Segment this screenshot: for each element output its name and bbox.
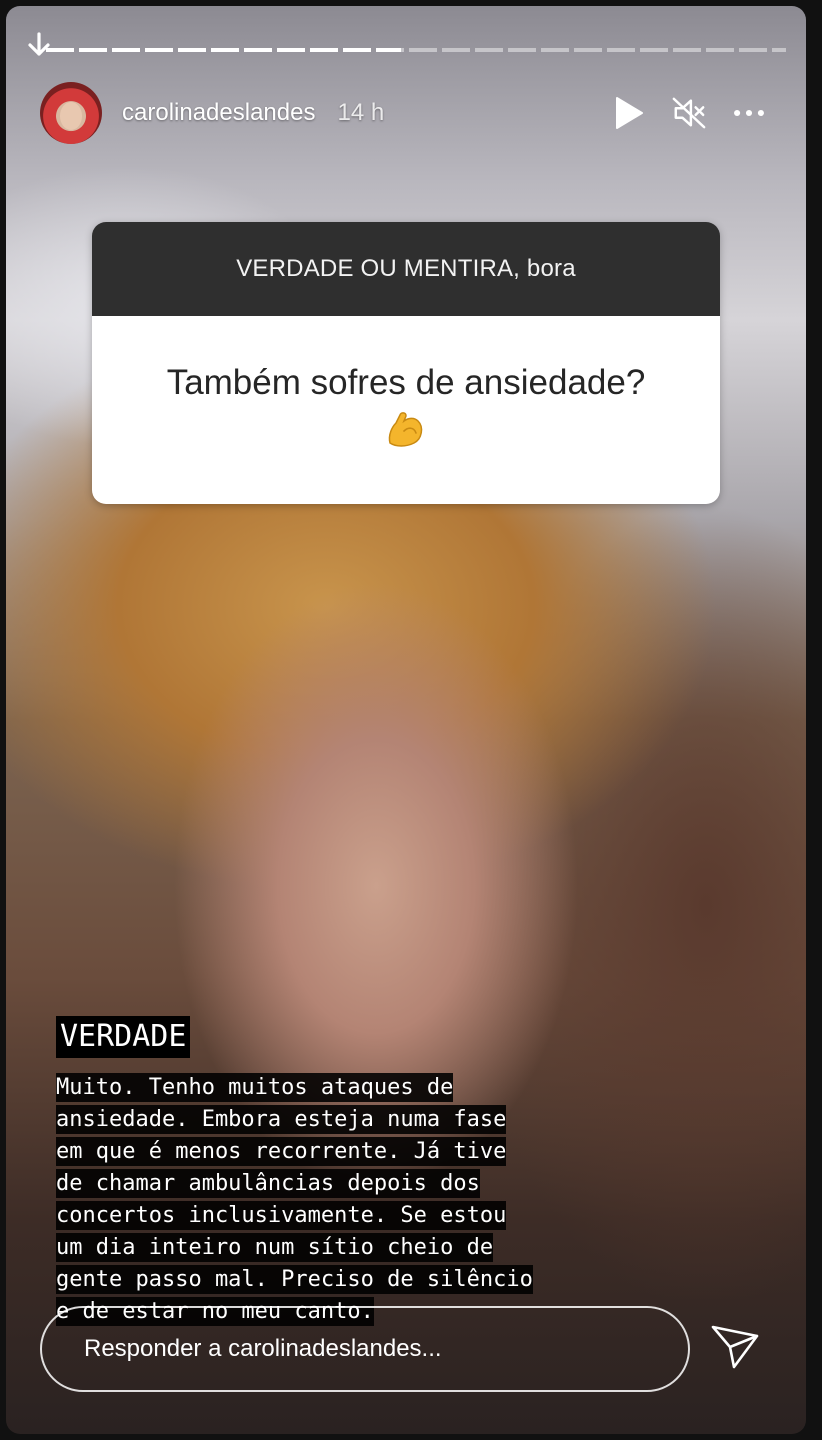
send-icon[interactable]	[710, 1324, 760, 1370]
flexed-biceps-icon	[388, 412, 423, 447]
reply-input[interactable]: Responder a carolinadeslandes...	[40, 1306, 690, 1392]
answer-title: VERDADE	[56, 1016, 191, 1058]
story-header: carolinadeslandes 14 h	[40, 82, 766, 144]
question-text: Também sofres de ansiedade?	[166, 363, 646, 402]
timestamp: 14 h	[337, 99, 385, 126]
question-prompt: VERDADE OU MENTIRA, bora	[92, 222, 720, 316]
question-sticker: VERDADE OU MENTIRA, bora Também sofres d…	[92, 222, 720, 504]
answer-text-block: VERDADE Muito. Tenho muitos ataques de a…	[56, 1016, 536, 1328]
play-button[interactable]	[612, 96, 646, 130]
mute-button[interactable]	[672, 96, 706, 130]
answer-body: Muito. Tenho muitos ataques de ansiedade…	[56, 1072, 536, 1328]
reply-placeholder: Responder a carolinadeslandes...	[84, 1335, 442, 1362]
muted-speaker-icon	[672, 97, 706, 129]
story-progress-bar	[46, 48, 786, 52]
download-arrow-icon[interactable]	[24, 30, 54, 60]
more-options-icon	[734, 109, 764, 117]
story-controls	[612, 96, 766, 130]
play-icon	[616, 97, 643, 129]
avatar[interactable]	[40, 82, 102, 144]
question-body: Também sofres de ansiedade?	[92, 316, 720, 504]
username[interactable]: carolinadeslandes	[122, 99, 315, 127]
answer-text: Muito. Tenho muitos ataques de ansiedade…	[56, 1073, 533, 1326]
progress-fill	[46, 48, 402, 52]
more-options-button[interactable]	[732, 96, 766, 130]
story-viewer[interactable]: carolinadeslandes 14 h VERDADE OU MENTIR…	[6, 6, 806, 1434]
